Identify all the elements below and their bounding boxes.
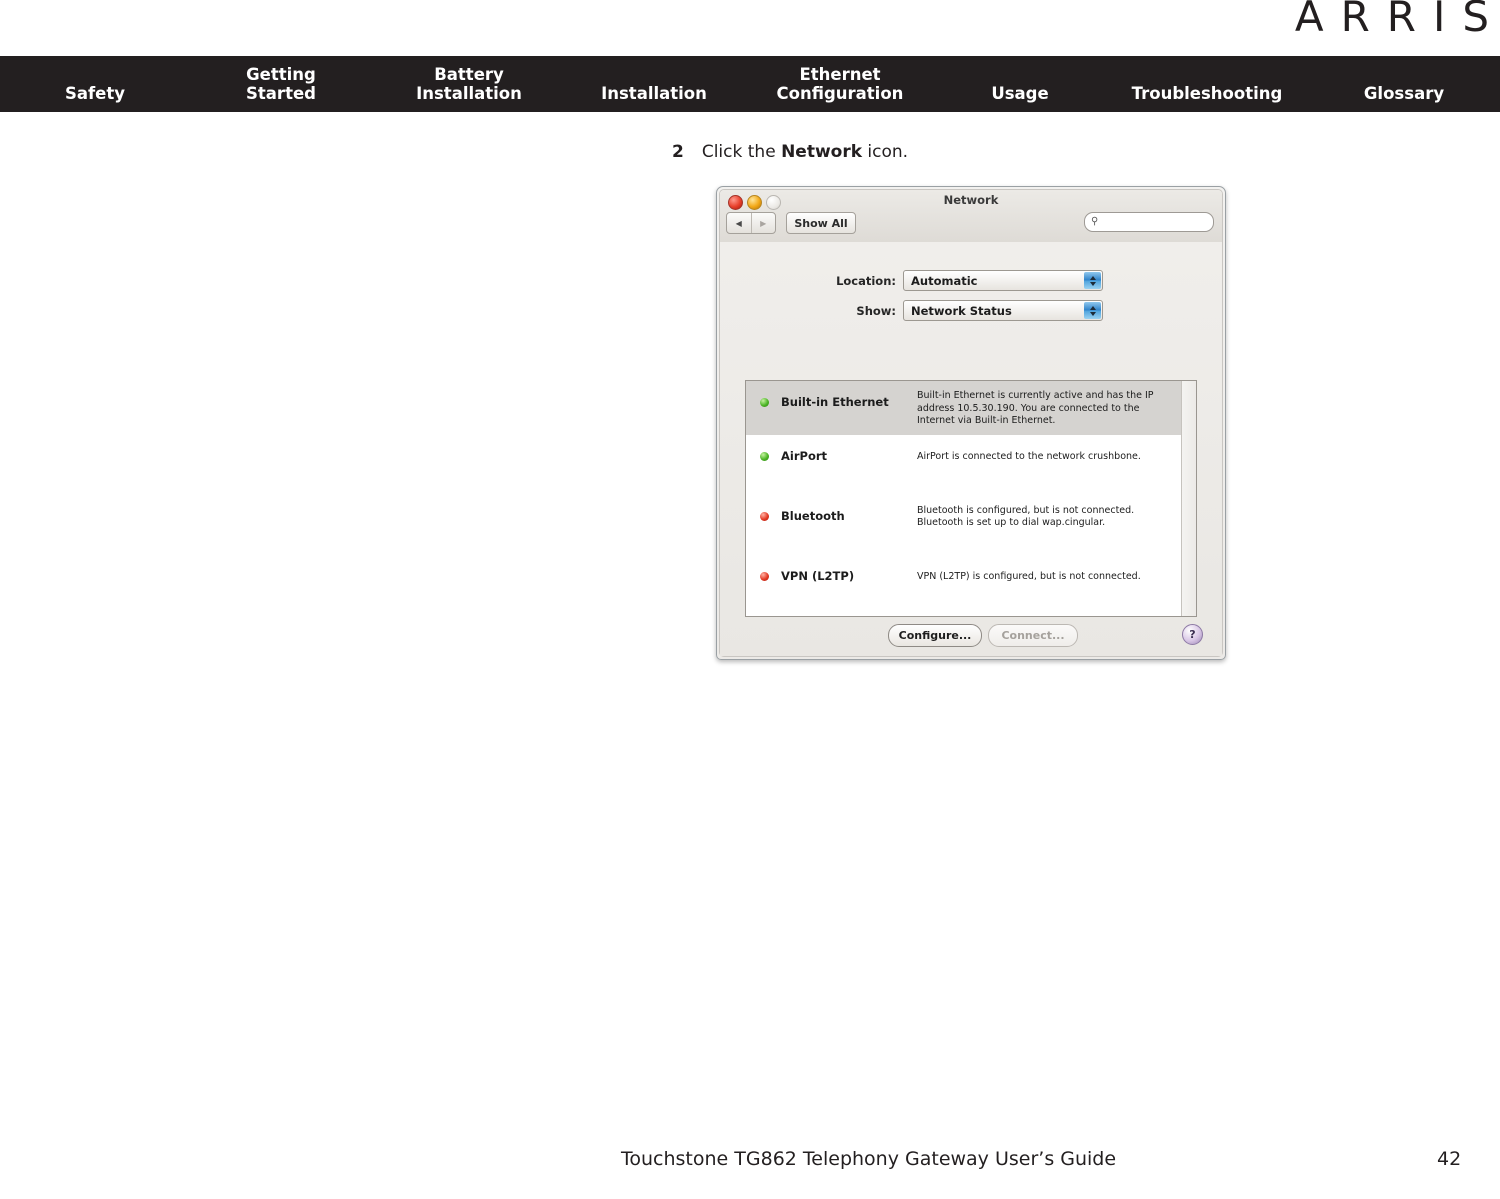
status-led-red-icon (760, 511, 769, 521)
location-label: Location: (836, 273, 896, 288)
service-description: AirPort is connected to the network crus… (917, 450, 1141, 462)
search-input[interactable]: ⚲ (1084, 212, 1214, 232)
nav-item-safety[interactable]: Safety (37, 84, 153, 103)
nav-item-usage[interactable]: Usage (962, 84, 1078, 103)
window-inner-frame: Network ◀ ▶ Show All ⚲ Location: Automat… (719, 189, 1223, 657)
status-led-green-icon (760, 398, 769, 407)
show-row: Show: Network Status (720, 300, 1222, 321)
show-label: Show: (856, 303, 896, 318)
footer-title: Touchstone TG862 Telephony Gateway User’… (621, 1148, 1117, 1170)
status-led-green-icon (760, 451, 769, 461)
step-emphasis: Network (781, 142, 863, 162)
network-preferences-window-figure: Network ◀ ▶ Show All ⚲ Location: Automat… (716, 186, 1226, 660)
chevron-updown-icon (1084, 272, 1101, 289)
list-action-buttons: Configure... Connect... ? (745, 624, 1203, 648)
nav-item-troubleshooting[interactable]: Troubleshooting (1110, 84, 1304, 103)
list-item[interactable]: Built-in Ethernet Built-in Ethernet is c… (746, 381, 1181, 435)
nav-item-battery-installation[interactable]: Battery Installation (390, 65, 548, 103)
nav-item-glossary[interactable]: Glossary (1340, 84, 1468, 103)
show-value: Network Status (911, 303, 1012, 318)
forward-arrow-icon[interactable]: ▶ (752, 213, 776, 233)
step-number: 2 (672, 142, 684, 162)
location-value: Automatic (911, 273, 978, 288)
status-led-red-icon (760, 571, 769, 581)
step-instruction: 2 Click the Network icon. (672, 142, 908, 162)
show-all-button[interactable]: Show All (786, 212, 856, 234)
nav-item-installation[interactable]: Installation (580, 84, 728, 103)
chevron-updown-icon (1084, 302, 1101, 319)
arris-logo: ARRIS (1294, 0, 1500, 41)
step-text-before: Click the (701, 142, 782, 162)
list-item[interactable]: Bluetooth Bluetooth is configured, but i… (746, 495, 1181, 555)
main-navigation-bar: Safety Getting Started Battery Installat… (0, 56, 1500, 112)
location-dropdown[interactable]: Automatic (903, 270, 1103, 291)
show-dropdown[interactable]: Network Status (903, 300, 1103, 321)
footer-page-number: 42 (1437, 1148, 1462, 1170)
step-text-after: icon. (862, 142, 909, 162)
network-status-rows: Built-in Ethernet Built-in Ethernet is c… (746, 381, 1181, 616)
service-name: AirPort (781, 448, 828, 463)
service-description: VPN (L2TP) is configured, but is not con… (917, 570, 1141, 582)
nav-item-ethernet-configuration[interactable]: Ethernet Configuration (760, 65, 920, 103)
history-navigation-buttons[interactable]: ◀ ▶ (726, 212, 776, 234)
service-name: Built-in Ethernet (781, 395, 889, 409)
window-content: Location: Automatic Show: Network Status (720, 242, 1222, 656)
connect-button[interactable]: Connect... (988, 624, 1078, 647)
back-arrow-icon[interactable]: ◀ (727, 213, 752, 233)
network-status-list[interactable]: Built-in Ethernet Built-in Ethernet is c… (745, 380, 1197, 617)
nav-item-getting-started[interactable]: Getting Started (223, 65, 339, 103)
service-description: Bluetooth is configured, but is not conn… (917, 504, 1135, 529)
service-description: Built-in Ethernet is currently active an… (917, 390, 1154, 426)
list-item[interactable]: VPN (L2TP) VPN (L2TP) is configured, but… (746, 555, 1181, 615)
help-button[interactable]: ? (1182, 624, 1203, 645)
window-titlebar: Network ◀ ▶ Show All ⚲ (720, 190, 1222, 243)
window-title: Network (943, 193, 999, 207)
search-icon: ⚲ (1091, 216, 1099, 227)
service-name: VPN (L2TP) (781, 568, 855, 583)
service-name: Bluetooth (781, 508, 845, 523)
vertical-scrollbar[interactable] (1181, 381, 1196, 616)
configure-button[interactable]: Configure... (888, 624, 982, 647)
list-item[interactable]: AirPort AirPort is connected to the netw… (746, 435, 1181, 495)
location-row: Location: Automatic (720, 270, 1222, 291)
